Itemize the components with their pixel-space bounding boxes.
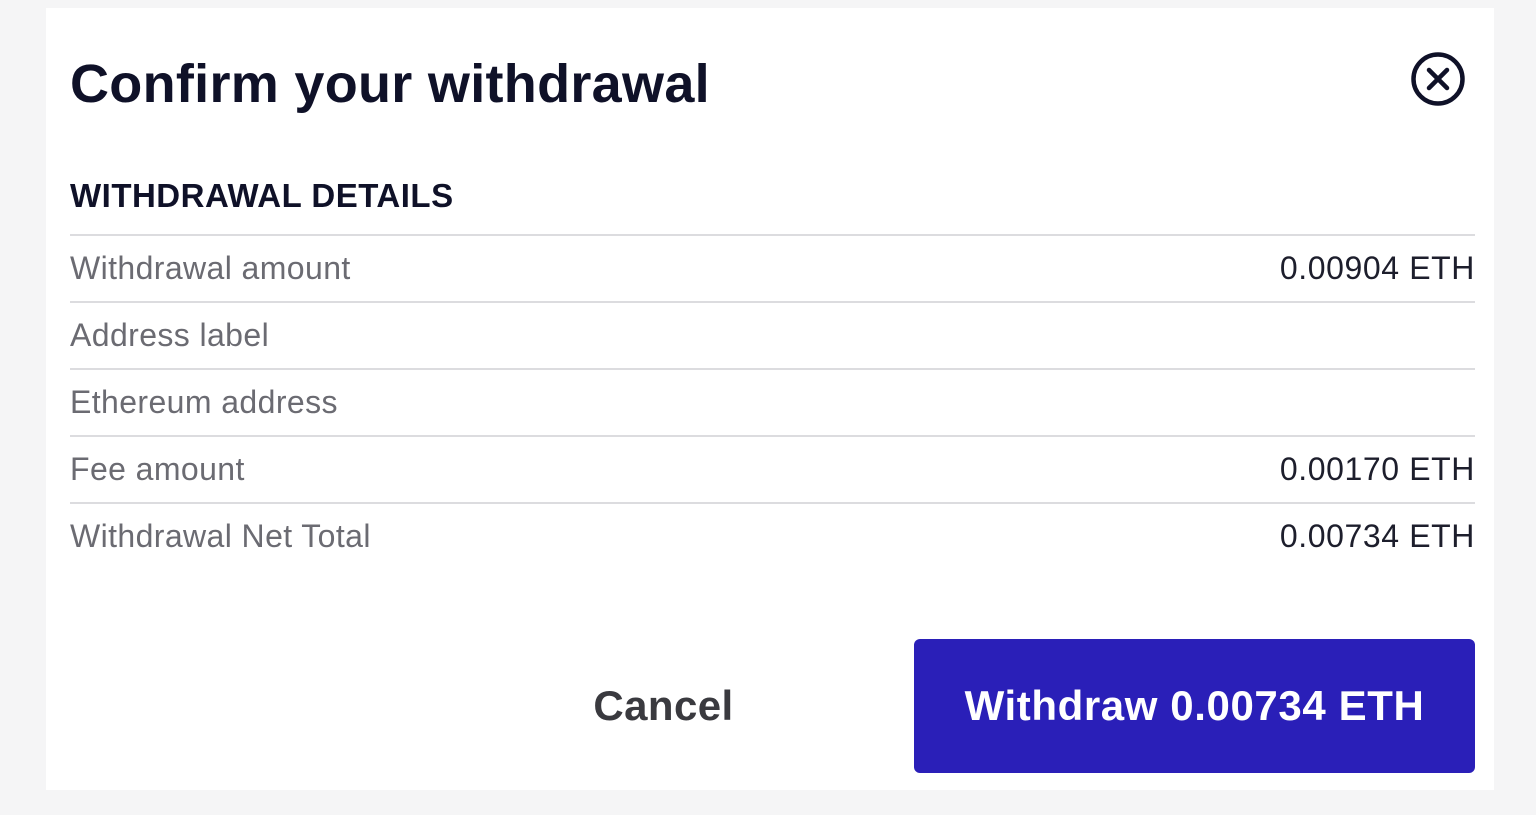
details-row-net-total: Withdrawal Net Total 0.00734 ETH bbox=[70, 502, 1475, 569]
details-label: Withdrawal Net Total bbox=[70, 518, 371, 554]
details-row-withdrawal-amount: Withdrawal amount 0.00904 ETH bbox=[70, 234, 1475, 301]
withdrawal-details-heading: WITHDRAWAL DETAILS bbox=[70, 177, 454, 214]
close-circle-icon bbox=[1411, 52, 1465, 106]
details-value: 0.00734 ETH bbox=[1279, 518, 1475, 554]
withdrawal-details-list: Withdrawal amount 0.00904 ETH Address la… bbox=[70, 234, 1475, 569]
details-value: 0.00904 ETH bbox=[1279, 250, 1475, 286]
close-button[interactable] bbox=[1410, 51, 1466, 107]
details-label: Ethereum address bbox=[70, 384, 338, 420]
modal-title: Confirm your withdrawal bbox=[70, 54, 710, 114]
cancel-button[interactable]: Cancel bbox=[551, 639, 776, 773]
details-label: Withdrawal amount bbox=[70, 250, 351, 286]
withdraw-button[interactable]: Withdraw 0.00734 ETH bbox=[914, 639, 1475, 773]
withdrawal-confirm-modal: Confirm your withdrawal WITHDRAWAL DETAI… bbox=[46, 8, 1494, 790]
details-label: Address label bbox=[70, 317, 270, 353]
details-row-fee-amount: Fee amount 0.00170 ETH bbox=[70, 435, 1475, 502]
details-label: Fee amount bbox=[70, 451, 245, 487]
details-value: 0.00170 ETH bbox=[1279, 451, 1475, 487]
details-row-ethereum-address: Ethereum address bbox=[70, 368, 1475, 435]
details-row-address-label: Address label bbox=[70, 301, 1475, 368]
